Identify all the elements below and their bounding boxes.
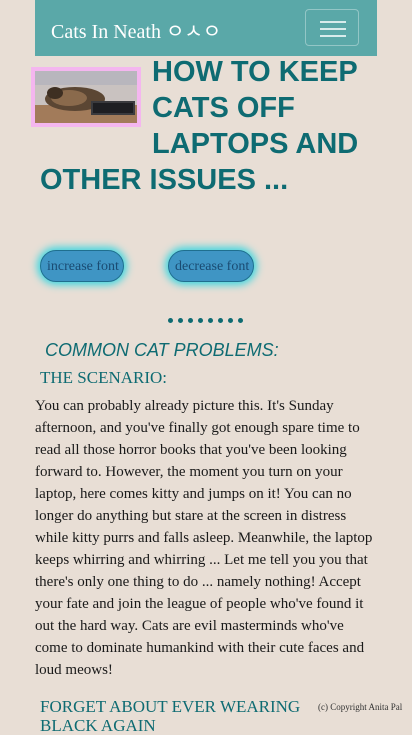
separator-dot (178, 318, 183, 323)
hamburger-menu-icon (320, 21, 346, 23)
separator-dot (238, 318, 243, 323)
section-heading: COMMON CAT PROBLEMS: (45, 340, 279, 360)
navbar: Cats In Neath ㅇㅅㅇ (35, 0, 377, 56)
decrease-font-button[interactable]: decrease font (168, 250, 254, 282)
menu-toggle-button[interactable] (305, 9, 359, 46)
hamburger-menu-icon (320, 35, 346, 37)
brand-link[interactable]: Cats In Neath ㅇㅅㅇ (51, 15, 221, 44)
hamburger-menu-icon (320, 28, 346, 30)
separator-dot (208, 318, 213, 323)
separator-dot (218, 318, 223, 323)
separator-dot (198, 318, 203, 323)
scenario-paragraph: You can probably already picture this. I… (35, 398, 373, 678)
dotted-separator (168, 318, 248, 324)
scenario-heading: THE SCENARIO: (40, 368, 168, 387)
separator-dot (228, 318, 233, 323)
separator-dot (168, 318, 173, 323)
copyright-notice: (c) Copyright Anita Pal (318, 702, 403, 712)
increase-font-button[interactable]: increase font (40, 250, 124, 282)
next-section-heading: FORGET ABOUT EVER WEARING BLACK AGAIN (40, 697, 301, 735)
separator-dot (188, 318, 193, 323)
article-title: HOW TO KEEP CATS OFF LAPTOPS AND OTHER I… (40, 56, 359, 196)
